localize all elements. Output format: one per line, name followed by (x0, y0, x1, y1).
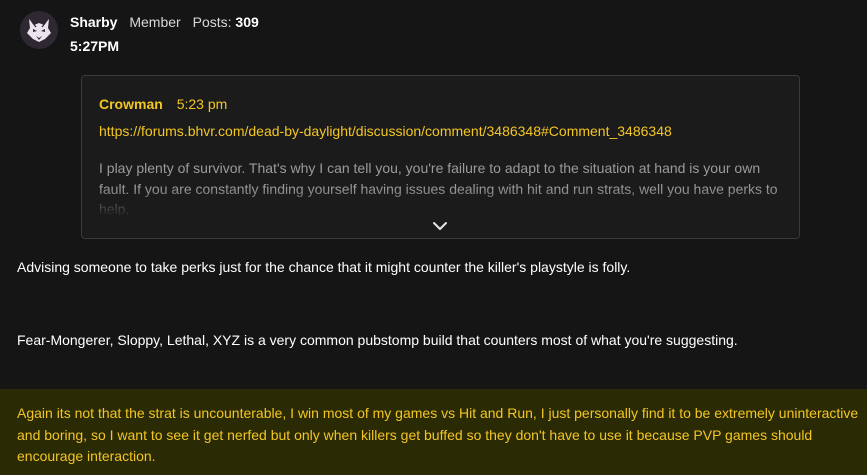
post-paragraph-1: Advising someone to take perks just for … (17, 259, 631, 275)
quote-time[interactable]: 5:23 pm (177, 96, 228, 112)
quote-block: Crowman 5:23 pm https://forums.bhvr.com/… (81, 75, 800, 239)
avatar[interactable] (20, 11, 58, 49)
author-username[interactable]: Sharby (70, 14, 117, 30)
author-role: Member (129, 14, 181, 30)
quote-author[interactable]: Crowman (99, 96, 163, 112)
posts-count: 309 (235, 14, 259, 30)
quote-header: Crowman 5:23 pm (99, 96, 227, 112)
post-paragraph-3: Again its not that the strat is uncounte… (17, 405, 859, 464)
chevron-down-icon (433, 222, 447, 230)
author-meta: Sharby Member Posts: 309 (70, 14, 259, 30)
post-timestamp[interactable]: 5:27PM (70, 38, 119, 54)
wolf-head-icon (20, 11, 58, 49)
posts-label: Posts: (192, 14, 232, 30)
post-paragraph-2: Fear-Mongerer, Sloppy, Lethal, XYZ is a … (17, 332, 738, 348)
quote-link[interactable]: https://forums.bhvr.com/dead-by-daylight… (99, 123, 672, 139)
expand-quote-button[interactable] (431, 219, 449, 233)
